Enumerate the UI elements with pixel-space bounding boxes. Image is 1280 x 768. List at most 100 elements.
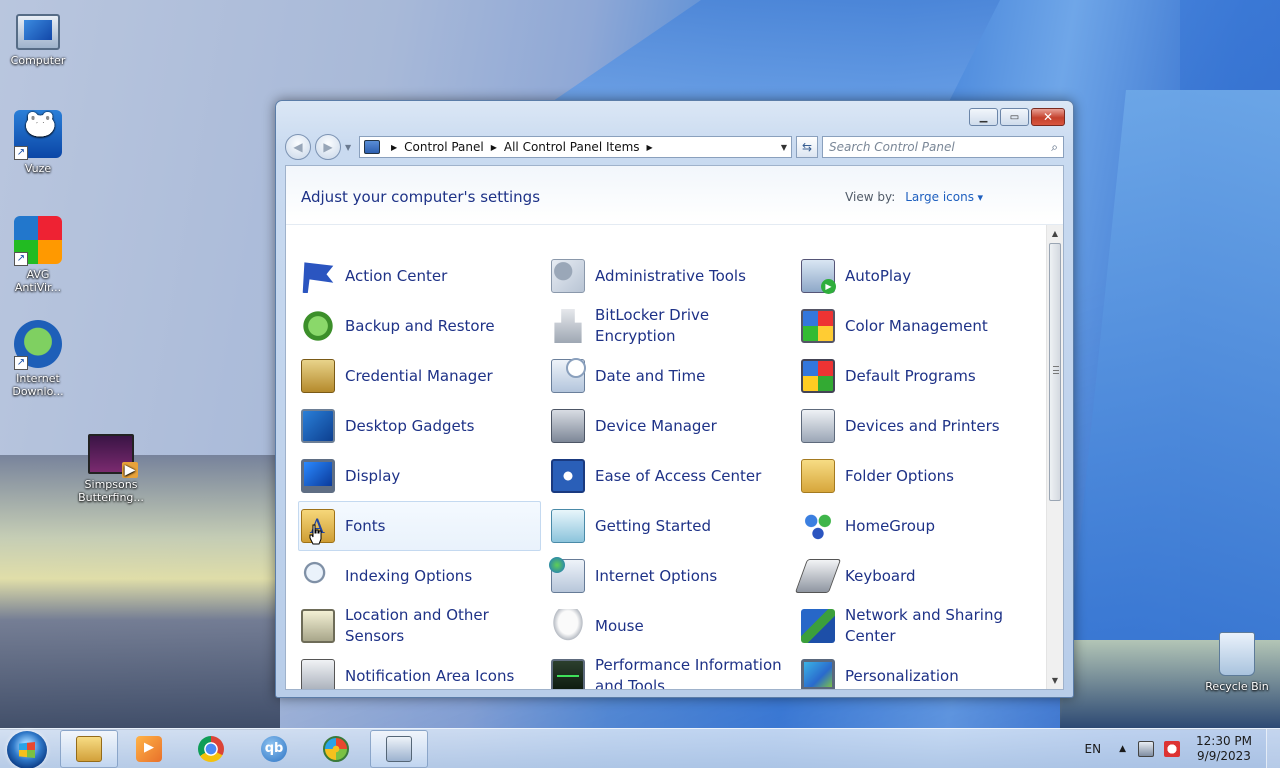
desktop-gadgets-icon bbox=[301, 409, 335, 443]
cp-item-bitlocker[interactable]: BitLocker Drive Encryption bbox=[548, 301, 791, 351]
search-input[interactable]: Search Control Panel ⌕ bbox=[822, 136, 1064, 158]
volume-muted-icon[interactable] bbox=[1164, 741, 1180, 757]
breadcrumb-separator-icon[interactable]: ▶ bbox=[491, 143, 497, 152]
performance-icon bbox=[551, 659, 585, 689]
back-button[interactable]: ◀ bbox=[285, 134, 311, 160]
cp-item-ease-of-access[interactable]: Ease of Access Center bbox=[548, 451, 791, 501]
control-panel-icon bbox=[386, 736, 412, 762]
close-button[interactable]: ✕ bbox=[1031, 108, 1065, 126]
start-button[interactable] bbox=[7, 731, 47, 768]
search-icon[interactable]: ⌕ bbox=[1051, 140, 1058, 155]
cp-item-label: Internet Options bbox=[595, 566, 718, 585]
computer-icon bbox=[16, 14, 60, 50]
chevron-down-icon: ▼ bbox=[345, 142, 352, 152]
clock-time: 12:30 PM bbox=[1196, 734, 1252, 748]
address-bar[interactable]: ▶ Control Panel ▶ All Control Panel Item… bbox=[359, 136, 792, 158]
cp-item-credential-manager[interactable]: Credential Manager bbox=[298, 351, 541, 401]
language-indicator[interactable]: EN bbox=[1085, 742, 1102, 756]
cp-item-administrative-tools[interactable]: Administrative Tools bbox=[548, 251, 791, 301]
navigation-bar: ◀ ▶ ▼ ▶ Control Panel ▶ All Control Pane… bbox=[285, 134, 1064, 160]
cp-item-location-sensors[interactable]: Location and Other Sensors bbox=[298, 601, 541, 651]
refresh-button[interactable]: ⇆ bbox=[796, 136, 818, 158]
location-sensors-icon bbox=[301, 609, 335, 643]
clock[interactable]: 12:30 PM 9/9/2023 bbox=[1196, 734, 1252, 764]
cp-item-homegroup[interactable]: HomeGroup bbox=[798, 501, 1041, 551]
cp-item-internet-options[interactable]: Internet Options bbox=[548, 551, 791, 601]
taskbar-button-control-panel[interactable] bbox=[370, 730, 428, 768]
network-icon[interactable] bbox=[1138, 741, 1154, 757]
cp-item-label: Ease of Access Center bbox=[595, 466, 762, 485]
recent-pages-dropdown[interactable]: ▼ bbox=[345, 143, 353, 152]
taskbar-button-chrome[interactable] bbox=[182, 730, 240, 768]
control-panel-window[interactable]: ▁ ▭ ✕ ◀ ▶ ▼ ▶ Control Panel ▶ All Contro… bbox=[275, 100, 1074, 698]
desktop-icon-internet-download-manager[interactable]: ↗ Internet Downlo... bbox=[0, 320, 76, 398]
cp-item-label: Personalization bbox=[845, 666, 959, 685]
cp-item-date-time[interactable]: Date and Time bbox=[548, 351, 791, 401]
ease-of-access-icon bbox=[551, 459, 585, 493]
desktop-icon-recycle-bin[interactable]: Recycle Bin bbox=[1199, 632, 1275, 693]
cp-item-action-center[interactable]: Action Center bbox=[298, 251, 541, 301]
cp-item-fonts[interactable]: Fonts bbox=[298, 501, 541, 551]
scroll-down-arrow-icon[interactable]: ▼ bbox=[1047, 672, 1063, 689]
show-hidden-icons-icon[interactable]: ▲ bbox=[1119, 744, 1126, 754]
cp-item-getting-started[interactable]: Getting Started bbox=[548, 501, 791, 551]
desktop-icon-label: Computer bbox=[10, 54, 66, 67]
cp-item-device-manager[interactable]: Device Manager bbox=[548, 401, 791, 451]
taskbar-button-explorer[interactable] bbox=[60, 730, 118, 768]
cp-item-notification-area[interactable]: Notification Area Icons bbox=[298, 651, 541, 689]
desktop-icon-label: Internet Downlo... bbox=[12, 372, 64, 398]
credential-manager-icon bbox=[301, 359, 335, 393]
cp-item-label: Folder Options bbox=[845, 466, 954, 485]
cp-item-indexing-options[interactable]: Indexing Options bbox=[298, 551, 541, 601]
address-history-dropdown-icon[interactable]: ▼ bbox=[781, 143, 787, 152]
cp-item-backup-restore[interactable]: Backup and Restore bbox=[298, 301, 541, 351]
show-desktop-button[interactable] bbox=[1266, 729, 1280, 768]
wallpaper-shape bbox=[540, 0, 1000, 110]
cp-item-personalization[interactable]: Personalization bbox=[798, 651, 1041, 689]
scroll-up-arrow-icon[interactable]: ▲ bbox=[1047, 225, 1063, 242]
taskbar-button-qbittorrent[interactable]: qb bbox=[245, 730, 303, 768]
breadcrumb-control-panel[interactable]: Control Panel bbox=[404, 140, 484, 154]
cp-item-network-sharing[interactable]: Network and Sharing Center bbox=[798, 601, 1041, 651]
cp-item-display[interactable]: Display bbox=[298, 451, 541, 501]
desktop-icon-computer[interactable]: Computer bbox=[0, 8, 76, 67]
cp-item-desktop-gadgets[interactable]: Desktop Gadgets bbox=[298, 401, 541, 451]
desktop-icon-label: AVG AntiVir... bbox=[14, 268, 62, 294]
taskbar-button-media-player[interactable] bbox=[120, 730, 178, 768]
media-player-icon bbox=[136, 736, 162, 762]
minimize-button[interactable]: ▁ bbox=[969, 108, 998, 126]
cp-item-color-management[interactable]: Color Management bbox=[798, 301, 1041, 351]
breadcrumb-separator-icon[interactable]: ▶ bbox=[647, 143, 653, 152]
cp-item-performance[interactable]: Performance Information and Tools bbox=[548, 651, 791, 689]
desktop-icon-vuze[interactable]: ↗ Vuze bbox=[0, 110, 76, 175]
cp-item-label: AutoPlay bbox=[845, 266, 912, 285]
forward-button[interactable]: ▶ bbox=[315, 134, 341, 160]
desktop-icon-label: Recycle Bin bbox=[1205, 680, 1269, 693]
taskbar-button-windows[interactable] bbox=[307, 730, 365, 768]
cp-item-devices-printers[interactable]: Devices and Printers bbox=[798, 401, 1041, 451]
desktop-icon-simpsons-video[interactable]: Simpsons Butterfing... bbox=[73, 430, 149, 504]
vertical-scrollbar[interactable]: ▲ ▼ bbox=[1046, 225, 1063, 689]
cp-item-folder-options[interactable]: Folder Options bbox=[798, 451, 1041, 501]
video-file-icon bbox=[88, 434, 138, 478]
content-pane: Adjust your computer's settings View by:… bbox=[285, 165, 1064, 690]
network-sharing-icon bbox=[801, 609, 835, 643]
minimize-icon: ▁ bbox=[979, 111, 988, 123]
cp-item-label: Mouse bbox=[595, 616, 644, 635]
desktop-icon-avg[interactable]: ↗ AVG AntiVir... bbox=[0, 216, 76, 294]
cp-item-default-programs[interactable]: Default Programs bbox=[798, 351, 1041, 401]
cp-item-label: Location and Other Sensors bbox=[345, 606, 489, 645]
maximize-icon: ▭ bbox=[1009, 111, 1020, 123]
cp-item-mouse[interactable]: Mouse bbox=[548, 601, 791, 651]
cp-item-keyboard[interactable]: Keyboard bbox=[794, 551, 1041, 601]
forward-arrow-icon: ▶ bbox=[323, 140, 333, 154]
scrollbar-thumb[interactable] bbox=[1049, 243, 1061, 501]
cp-item-autoplay[interactable]: AutoPlay bbox=[798, 251, 1041, 301]
breadcrumb-all-items[interactable]: All Control Panel Items bbox=[504, 140, 640, 154]
cp-item-label: HomeGroup bbox=[845, 516, 935, 535]
indexing-options-icon bbox=[301, 559, 335, 593]
maximize-button[interactable]: ▭ bbox=[1000, 108, 1029, 126]
cp-item-label: Backup and Restore bbox=[345, 316, 495, 335]
view-by-dropdown[interactable]: Large icons bbox=[905, 190, 983, 204]
cp-item-label: Indexing Options bbox=[345, 566, 473, 585]
